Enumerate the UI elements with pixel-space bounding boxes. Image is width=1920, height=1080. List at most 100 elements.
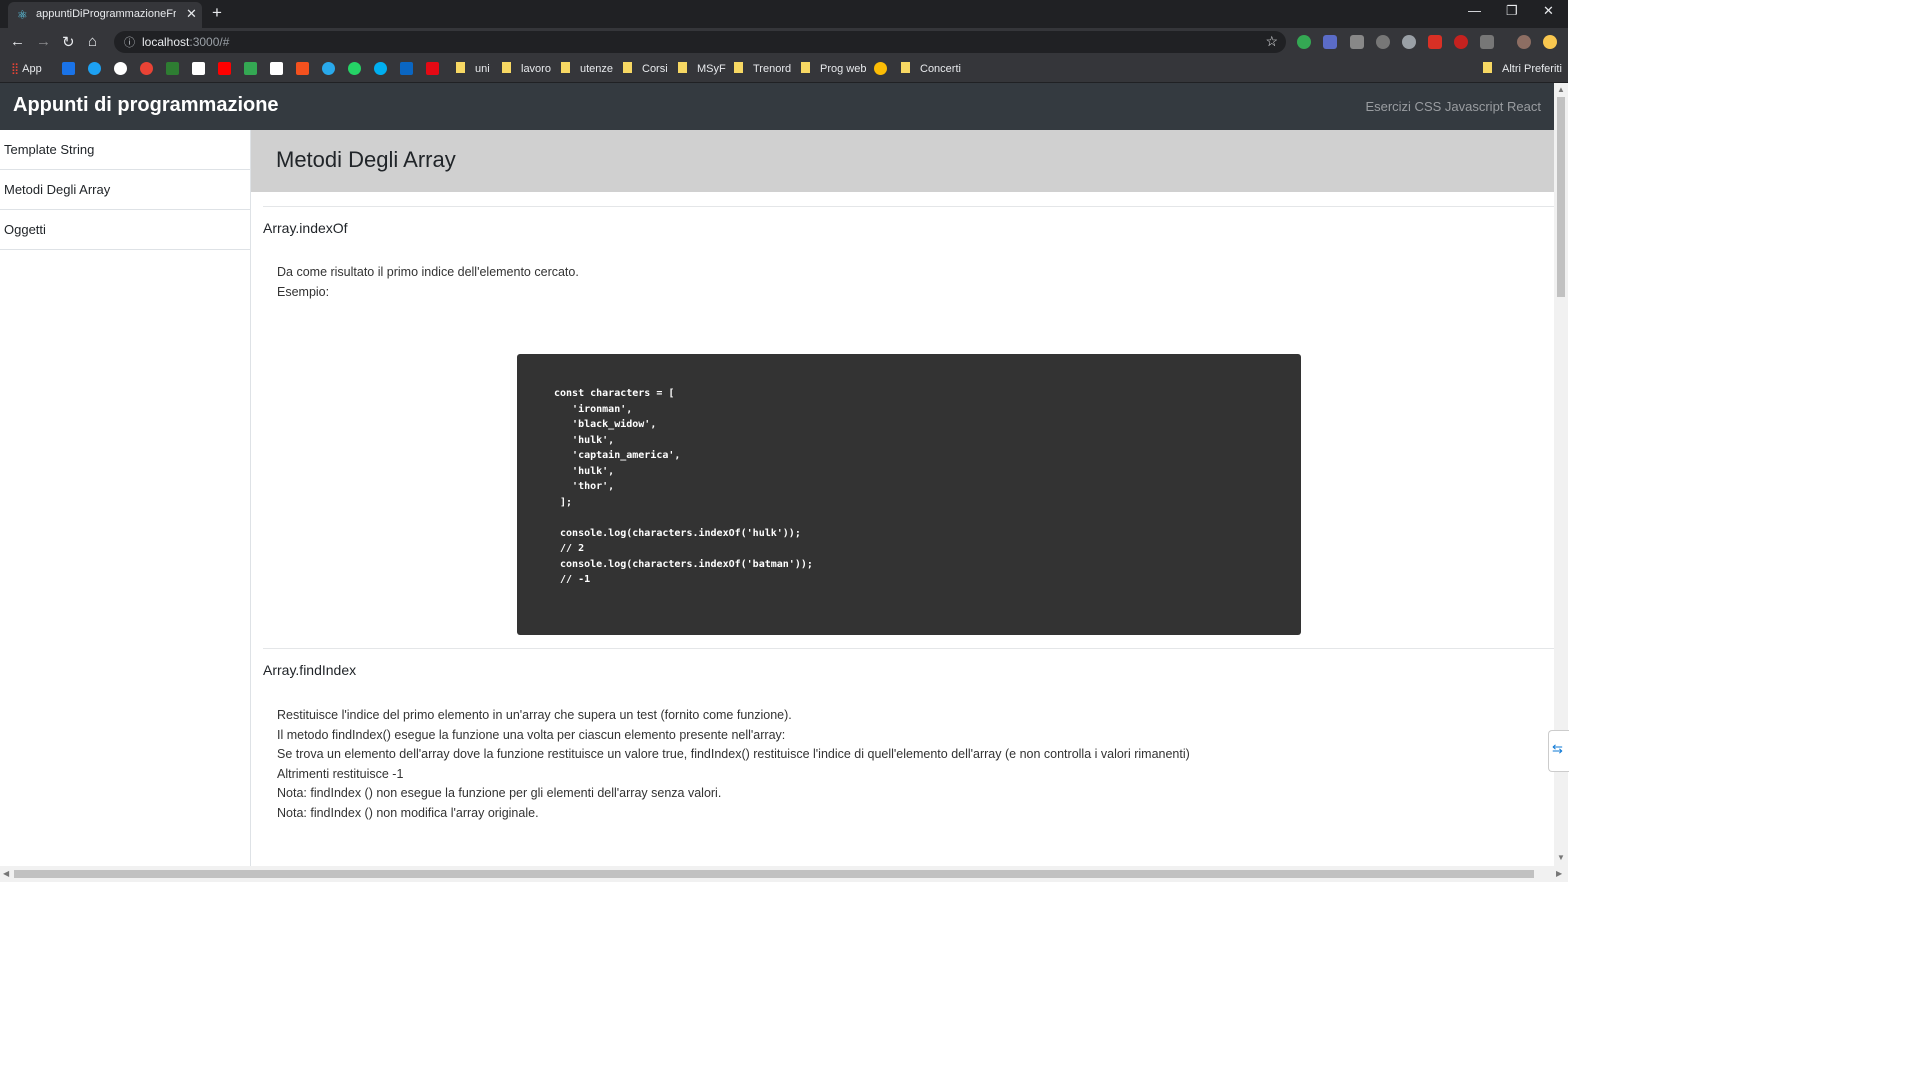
extension-icon[interactable] <box>1350 35 1364 49</box>
section-title-indexof: Array.indexOf <box>263 220 348 236</box>
extension-icon[interactable] <box>1323 35 1337 49</box>
section-divider <box>263 648 1554 649</box>
page-title: Metodi Degli Array <box>276 147 456 172</box>
section-title-findindex: Array.findIndex <box>263 662 357 678</box>
linkedin-icon[interactable] <box>400 62 413 75</box>
netflix-icon[interactable] <box>426 62 439 75</box>
extension-icon[interactable] <box>1297 35 1311 49</box>
bookmark-folder-uni[interactable]: uni <box>456 62 490 75</box>
browser-tab[interactable]: ⚛ appuntiDiProgrammazioneFront ✕ <box>8 2 202 28</box>
bookmark-folder-label: Altri Preferiti <box>1502 63 1562 75</box>
sidebar-item-label: Template String <box>4 142 95 157</box>
folder-icon <box>456 62 465 73</box>
folder-icon <box>734 62 743 73</box>
main-content: Metodi Degli Array Array.indexOf Da come… <box>251 130 1554 866</box>
browser-toolbar: ← → ↻ ⌂ ⓘ localhost:3000/# ☆ <box>0 28 1568 56</box>
description-line: Altrimenti restituisce -1 <box>277 766 404 781</box>
apps-grid-icon: ⣿ <box>11 63 20 75</box>
navbar-links[interactable]: Esercizi CSS Javascript React <box>1365 99 1541 114</box>
bookmark-folder-concerti[interactable]: Concerti <box>901 62 961 75</box>
folder-icon <box>502 62 511 73</box>
site-info-icon[interactable]: ⓘ <box>124 34 135 50</box>
restore-button[interactable]: ❐ <box>1506 3 1518 19</box>
bookmark-folder-other[interactable]: Altri Preferiti <box>1483 62 1562 75</box>
sidebar-item-oggetti[interactable]: Oggetti <box>0 210 250 250</box>
bookmark-icon[interactable] <box>192 62 205 75</box>
bookmark-icon[interactable] <box>296 62 309 75</box>
section-description: Da come risultato il primo indice dell'e… <box>277 263 579 302</box>
bookmark-folder-corsi[interactable]: Corsi <box>623 62 668 75</box>
bookmark-folder-trenord[interactable]: Trenord <box>734 62 791 75</box>
vertical-scroll-thumb[interactable] <box>1557 97 1565 297</box>
sidebar-item-metodi-degli-array[interactable]: Metodi Degli Array <box>0 170 250 210</box>
sidebar-item-label: Metodi Degli Array <box>4 182 111 197</box>
youtube-icon[interactable] <box>218 62 231 75</box>
folder-icon <box>901 62 910 73</box>
reload-button[interactable]: ↻ <box>62 33 75 51</box>
section-divider <box>263 206 1554 207</box>
description-line: Restituisce l'indice del primo elemento … <box>277 708 792 722</box>
bookmark-folder-lavoro[interactable]: lavoro <box>502 62 551 75</box>
twitter-icon[interactable] <box>88 62 101 75</box>
extension-icon[interactable] <box>1402 35 1416 49</box>
close-window-button[interactable]: ✕ <box>1543 3 1554 19</box>
folder-icon <box>1483 62 1492 73</box>
extension-icon[interactable] <box>1480 35 1494 49</box>
folder-icon <box>801 62 810 73</box>
bookmark-folder-utenze[interactable]: utenze <box>561 62 613 75</box>
bookmark-folder-msyf[interactable]: MSyF <box>678 62 726 75</box>
skype-icon[interactable] <box>374 62 387 75</box>
extension-icon[interactable] <box>1454 35 1468 49</box>
calendar-icon[interactable] <box>62 62 75 75</box>
tab-title: appuntiDiProgrammazioneFront <box>36 8 176 20</box>
extension-icon[interactable] <box>1376 35 1390 49</box>
amazon-icon[interactable] <box>270 62 283 75</box>
code-block: const characters = [ 'ironman', 'black_w… <box>517 354 1301 635</box>
home-button[interactable]: ⌂ <box>88 33 97 50</box>
description-line: Nota: findIndex () non esegue la funzion… <box>277 786 722 801</box>
forward-button[interactable]: → <box>36 33 51 50</box>
bookmark-icon[interactable] <box>874 62 887 75</box>
telegram-icon[interactable] <box>322 62 335 75</box>
bookmark-folder-label: uni <box>475 63 490 75</box>
tab-close-icon[interactable]: ✕ <box>186 6 197 22</box>
description-line: Se trova un elemento dell'array dove la … <box>277 747 1190 762</box>
url-text[interactable]: localhost:3000/# <box>142 35 229 49</box>
bookmarks-bar: ⣿ App uni lavoro utenze Corsi MSyF Treno… <box>0 56 1568 83</box>
extension-icon[interactable] <box>1543 35 1557 49</box>
bookmark-apps-label: App <box>22 63 42 75</box>
new-tab-button[interactable]: + <box>212 3 222 23</box>
scroll-right-arrow-icon[interactable]: ▶ <box>1556 869 1562 878</box>
bookmark-folder-prog-web[interactable]: Prog web <box>801 62 866 75</box>
description-line: Esempio: <box>277 284 330 299</box>
app-navbar: Appunti di programmazione Esercizi CSS J… <box>0 83 1554 130</box>
horizontal-scroll-thumb[interactable] <box>14 870 1534 878</box>
address-bar[interactable]: ⓘ localhost:3000/# ☆ <box>114 31 1286 53</box>
bookmark-folder-label: Corsi <box>642 63 668 75</box>
bookmark-icon[interactable] <box>140 62 153 75</box>
section-description: Restituisce l'indice del primo elemento … <box>277 706 1190 824</box>
page-header: Metodi Degli Array <box>251 130 1554 192</box>
code-snippet: const characters = [ 'ironman', 'black_w… <box>554 388 813 585</box>
teamviewer-icon: ⇆ <box>1552 741 1563 756</box>
horizontal-scrollbar[interactable]: ◀ ▶ <box>0 866 1568 882</box>
teamviewer-widget[interactable]: ⇆ <box>1548 730 1569 772</box>
scroll-up-arrow-icon[interactable]: ▲ <box>1557 85 1565 94</box>
whatsapp-icon[interactable] <box>348 62 361 75</box>
extension-icon[interactable] <box>1428 35 1442 49</box>
sidebar-item-template-string[interactable]: Template String <box>0 130 250 170</box>
bookmark-icon[interactable] <box>166 62 179 75</box>
sidebar-item-label: Oggetti <box>4 222 46 237</box>
description-line: Nota: findIndex () non modifica l'array … <box>277 805 539 820</box>
back-button[interactable]: ← <box>10 33 25 50</box>
scroll-down-arrow-icon[interactable]: ▼ <box>1557 853 1565 862</box>
bookmark-apps[interactable]: ⣿ App <box>11 62 42 75</box>
scroll-left-arrow-icon[interactable]: ◀ <box>3 869 9 878</box>
bookmark-folder-label: MSyF <box>697 63 726 75</box>
bookmark-star-icon[interactable]: ☆ <box>1265 33 1278 50</box>
maps-icon[interactable] <box>244 62 257 75</box>
navbar-brand[interactable]: Appunti di programmazione <box>13 94 279 117</box>
minimize-button[interactable]: — <box>1468 3 1481 18</box>
profile-avatar[interactable] <box>1517 35 1531 49</box>
google-icon[interactable] <box>114 62 127 75</box>
